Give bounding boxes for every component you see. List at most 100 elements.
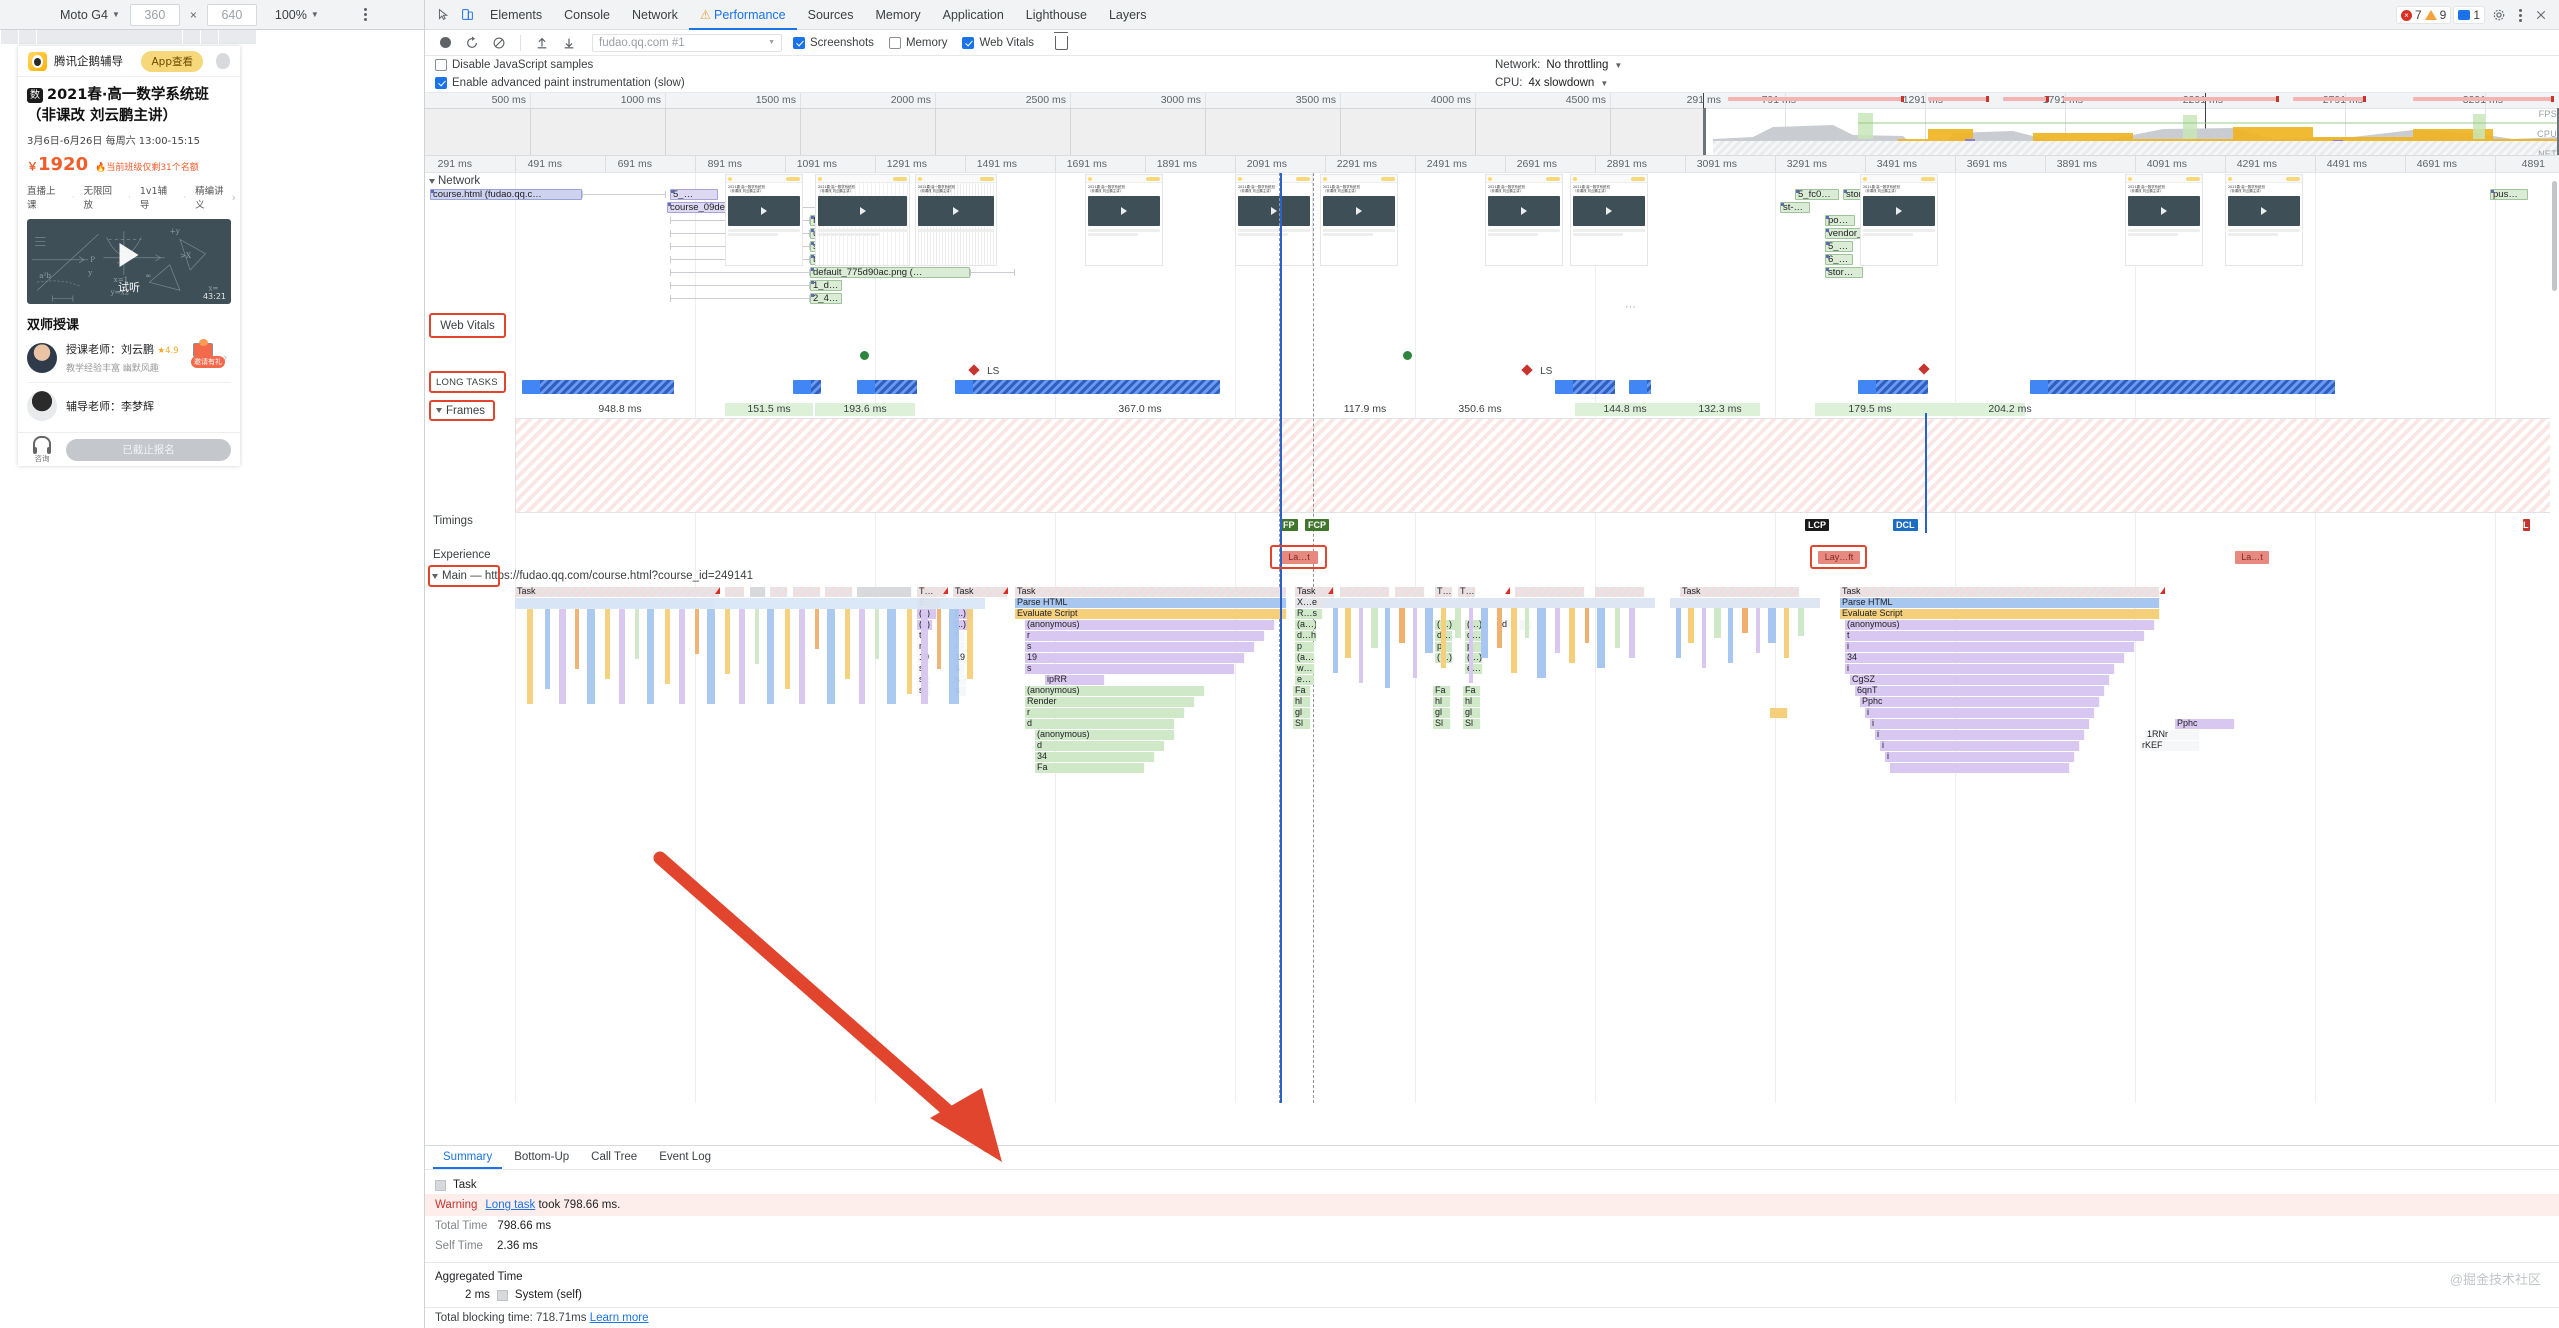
- settings-gear-icon[interactable]: [2487, 3, 2511, 27]
- timeline-overview[interactable]: 500 ms 1000 ms 1500 ms 2000 ms 2500 ms 3…: [425, 93, 2559, 156]
- play-button-icon[interactable]: [119, 242, 139, 267]
- frame-duration[interactable]: 179.5 ms: [1815, 403, 1925, 416]
- long-task-bar[interactable]: [1555, 380, 1615, 394]
- frame-screenshot[interactable]: 2021春·高一数学系统班 （非课改 刘云鹏主讲）: [1235, 174, 1313, 266]
- chevron-right-icon[interactable]: ›: [232, 191, 236, 204]
- network-request[interactable]: st-…: [1780, 202, 1810, 213]
- frame-screenshot[interactable]: 2021春·高一数学系统班 （非课改 刘云鹏主讲）: [1860, 174, 1938, 266]
- overview-left-handle[interactable]: [1703, 108, 1706, 155]
- frame-duration[interactable]: 193.6 ms: [815, 403, 915, 416]
- reload-and-record-icon[interactable]: [460, 31, 484, 55]
- cpu-throttle-select[interactable]: 4x slowdown ▼: [1528, 77, 1608, 89]
- long-task-link[interactable]: Long task: [485, 1199, 535, 1211]
- network-track-resizer[interactable]: ···: [1625, 301, 1636, 313]
- record-button[interactable]: [433, 31, 457, 55]
- frame-duration[interactable]: 948.8 ms: [515, 403, 725, 416]
- load-profile-icon[interactable]: [530, 31, 554, 55]
- frame-duration[interactable]: 117.9 ms: [1315, 403, 1415, 416]
- frame-duration[interactable]: 367.0 ms: [1085, 403, 1195, 416]
- frames-filmstrip[interactable]: [515, 418, 2559, 513]
- disable-js-samples-checkbox[interactable]: Disable JavaScript samples: [435, 59, 593, 71]
- flame-chart-dense-left[interactable]: [515, 598, 985, 718]
- flame-chart-dense-mid[interactable]: [1325, 598, 1655, 698]
- network-request[interactable]: stor…: [1825, 267, 1863, 278]
- web-vitals-checkbox[interactable]: Web Vitals: [962, 36, 1034, 49]
- track-header-experience[interactable]: Experience: [433, 549, 491, 561]
- track-header-main[interactable]: Main — https://fudao.qq.com/course.html?…: [432, 570, 753, 582]
- device-height-input[interactable]: 640: [206, 3, 257, 26]
- web-vital-marker[interactable]: [860, 351, 869, 360]
- teacher-row-main[interactable]: 授课老师：刘云鹏 ★4.9 教学经验丰富 幽默风趣 › 邀请有礼: [27, 339, 231, 383]
- long-task-bar[interactable]: [2030, 380, 2335, 394]
- frame-screenshot[interactable]: 2021春·高一数学系统班 （非课改 刘云鹏主讲）: [725, 174, 803, 266]
- tracks-scrollbar[interactable]: [2550, 173, 2559, 1103]
- enroll-button[interactable]: 已截止报名: [66, 438, 231, 461]
- tab-elements[interactable]: Elements: [479, 0, 553, 30]
- track-header-long-tasks[interactable]: LONG TASKS: [429, 371, 506, 393]
- long-task-bar[interactable]: [1858, 380, 1928, 394]
- frame-screenshot[interactable]: 2021春·高一数学系统班 （非课改 刘云鹏主讲）: [2125, 174, 2203, 266]
- trash-icon[interactable]: [1053, 31, 1069, 50]
- issue-counts[interactable]: × 7 9: [2395, 6, 2452, 24]
- network-request[interactable]: 5_fc0…: [1795, 189, 1839, 200]
- frame-duration[interactable]: 132.3 ms: [1675, 403, 1765, 416]
- frame-duration[interactable]: 151.5 ms: [725, 403, 813, 416]
- close-icon[interactable]: [2529, 3, 2553, 27]
- open-in-app-button[interactable]: App查看: [141, 50, 203, 72]
- timeline-playhead[interactable]: [1280, 173, 1282, 1103]
- long-task-bar[interactable]: [955, 380, 1220, 394]
- frame-selection-line[interactable]: [1925, 413, 1927, 533]
- network-throttle-select[interactable]: No throttling ▼: [1546, 59, 1622, 71]
- long-task-bar[interactable]: [522, 380, 674, 394]
- long-task-bar[interactable]: [793, 380, 821, 394]
- frame-screenshot[interactable]: 2021春·高一数学系统班 （非课改 刘云鹏主讲）: [2225, 174, 2303, 266]
- devtools-more-icon[interactable]: [2513, 5, 2527, 25]
- tab-application[interactable]: Application: [932, 0, 1015, 30]
- memory-checkbox[interactable]: Memory: [888, 36, 947, 49]
- long-task-bar[interactable]: [857, 380, 917, 394]
- experience-layout-shift[interactable]: La…t: [1280, 551, 1318, 564]
- network-request[interactable]: pus…: [2490, 189, 2528, 200]
- tab-lighthouse[interactable]: Lighthouse: [1015, 0, 1098, 30]
- track-header-timings[interactable]: Timings: [433, 515, 473, 527]
- track-header-network[interactable]: Network: [425, 175, 480, 187]
- tab-call-tree[interactable]: Call Tree: [581, 1146, 647, 1169]
- experience-layout-shift[interactable]: La…t: [2235, 551, 2269, 564]
- network-request[interactable]: 2_4…: [810, 293, 842, 304]
- device-toolbar-toggle-icon[interactable]: [455, 3, 479, 27]
- tab-performance[interactable]: ⚠ Performance: [689, 0, 797, 30]
- timing-marker-lcp[interactable]: LCP: [1805, 519, 1829, 531]
- track-header-web-vitals[interactable]: Web Vitals: [429, 313, 506, 338]
- tab-event-log[interactable]: Event Log: [649, 1146, 721, 1169]
- consult-button[interactable]: 咨询: [27, 435, 57, 464]
- device-more-options-button[interactable]: [359, 5, 373, 25]
- clear-recording-icon[interactable]: [487, 31, 511, 55]
- frame-duration[interactable]: 204.2 ms: [1955, 403, 2065, 416]
- tab-memory[interactable]: Memory: [864, 0, 931, 30]
- flame-chart-dense-right[interactable]: [1670, 598, 1820, 678]
- timing-marker-fp[interactable]: FP: [1280, 519, 1298, 531]
- tab-summary[interactable]: Summary: [433, 1146, 502, 1169]
- enable-paint-checkbox[interactable]: Enable advanced paint instrumentation (s…: [435, 77, 685, 89]
- network-request[interactable]: 6_…: [1825, 254, 1853, 265]
- long-task-bar[interactable]: [1629, 380, 1651, 394]
- network-request[interactable]: 5_…: [1825, 241, 1853, 252]
- course-preview-video[interactable]: a²b y P x=1 y=x2 ∞ >X -1 x= +y 试听 43:21: [27, 219, 231, 304]
- save-profile-icon[interactable]: [557, 31, 581, 55]
- session-select[interactable]: fudao.qq.com #1 ▼: [592, 33, 782, 52]
- network-request[interactable]: 1_d…: [810, 280, 842, 291]
- web-vital-marker[interactable]: [1403, 351, 1412, 360]
- frame-screenshot[interactable]: 2021春·高一数学系统班 （非课改 刘云鹏主讲）: [1085, 174, 1163, 266]
- tab-network[interactable]: Network: [621, 0, 689, 30]
- network-request[interactable]: po…: [1825, 215, 1855, 226]
- learn-more-link[interactable]: Learn more: [590, 1312, 649, 1324]
- gift-promo-icon[interactable]: 邀请有礼: [191, 339, 225, 369]
- frame-duration[interactable]: 350.6 ms: [1425, 403, 1535, 416]
- tab-bottom-up[interactable]: Bottom-Up: [504, 1146, 579, 1169]
- timing-marker-l[interactable]: L: [2523, 519, 2530, 531]
- frame-screenshot[interactable]: 2021春·高一数学系统班 （非课改 刘云鹏主讲）: [1485, 174, 1563, 266]
- tab-console[interactable]: Console: [553, 0, 621, 30]
- device-width-input[interactable]: 360: [129, 3, 180, 26]
- frame-duration[interactable]: 144.8 ms: [1575, 403, 1675, 416]
- timing-marker-fcp[interactable]: FCP: [1305, 519, 1329, 531]
